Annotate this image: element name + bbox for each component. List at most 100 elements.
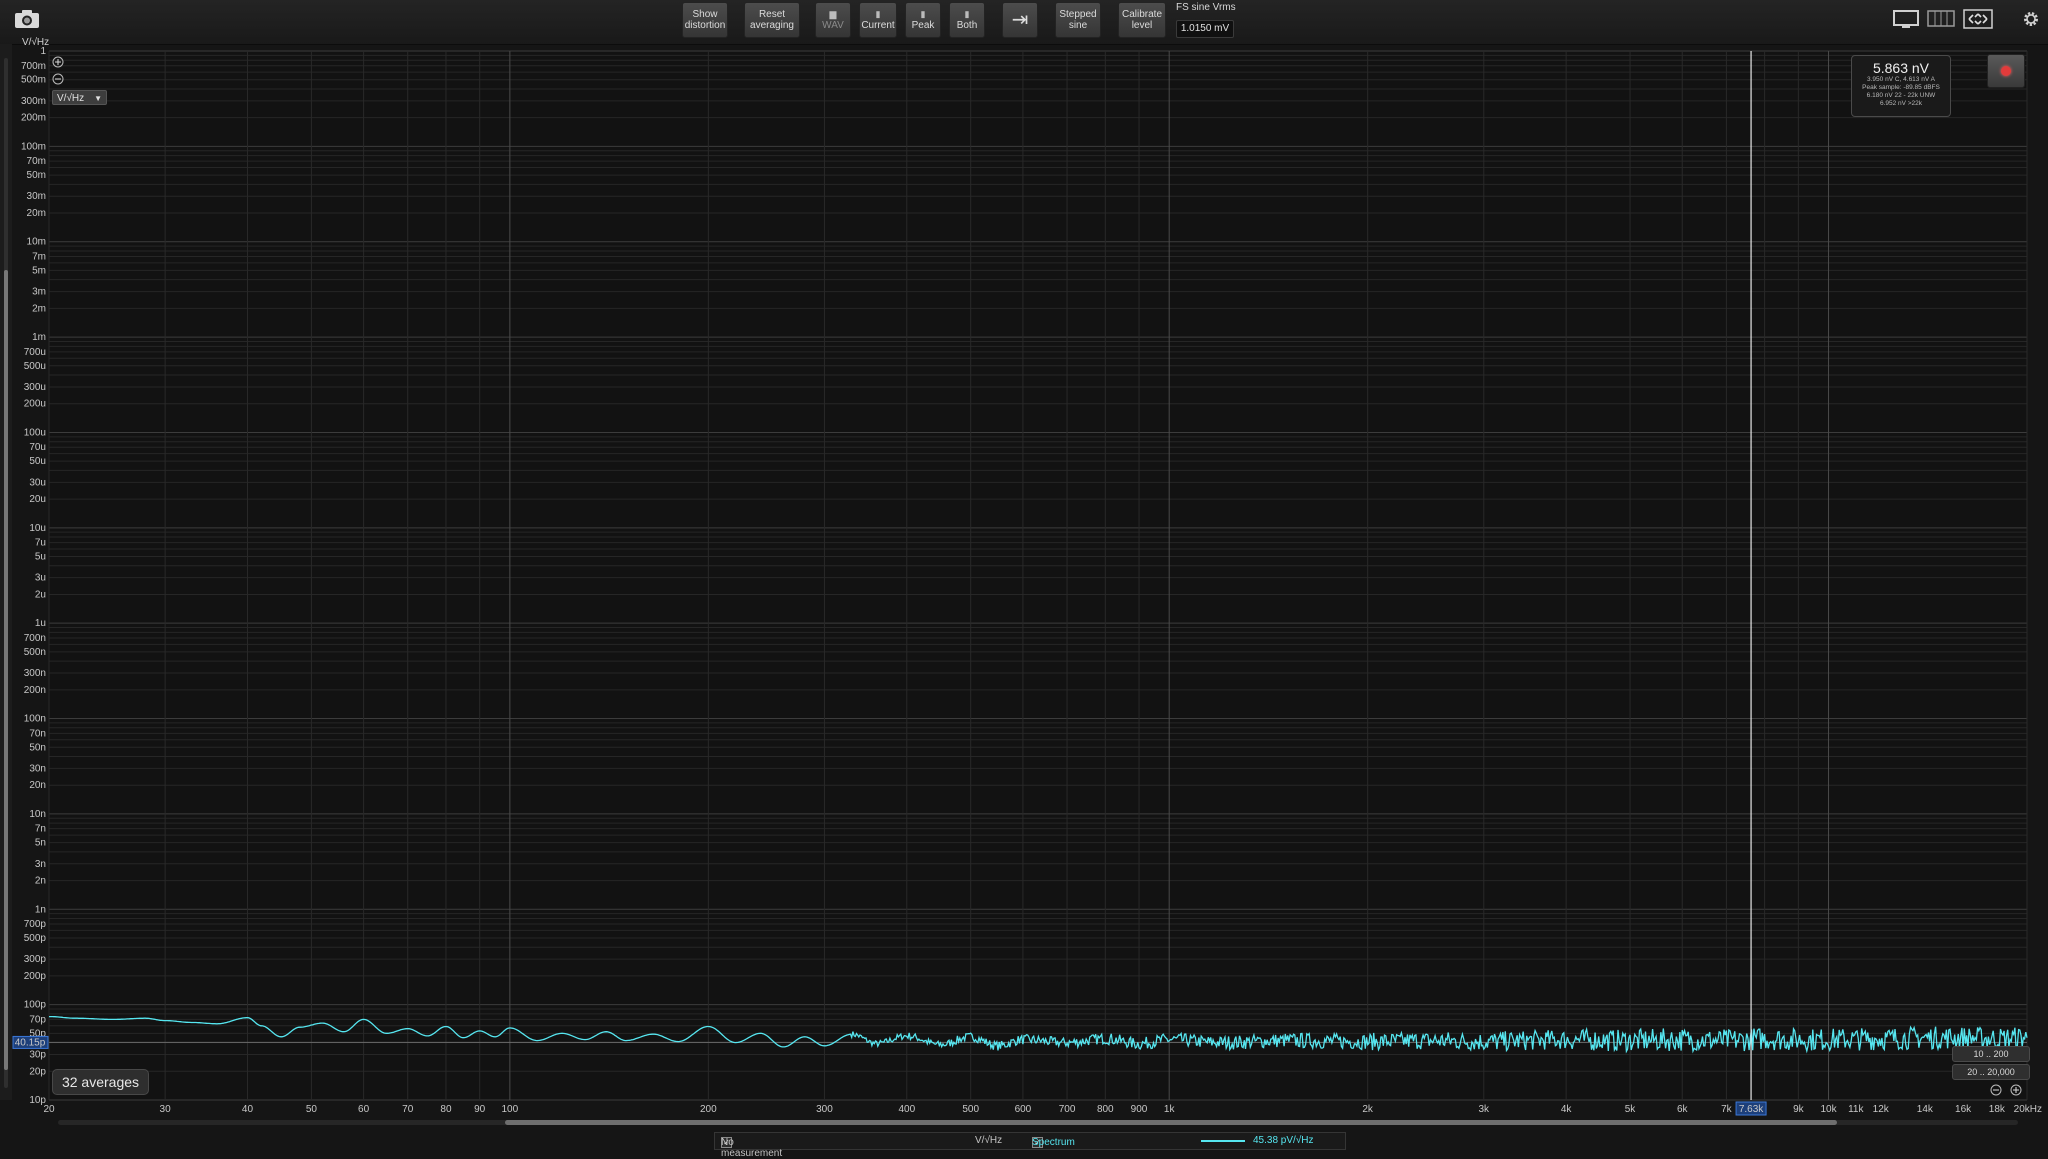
x-tick-label: 20kHz bbox=[2014, 1104, 2042, 1115]
status-bar: ✓ No measurement V/√Hz ✓ Spectrum 45.38 pV… bbox=[714, 1132, 1346, 1159]
y-tick-label: 500n bbox=[24, 647, 46, 658]
y-tick-label: 200m bbox=[21, 113, 46, 124]
x-tick-label: 200 bbox=[700, 1104, 717, 1115]
y-axis-unit-label: V/√Hz bbox=[22, 37, 50, 48]
y-tick-label: 30n bbox=[29, 763, 46, 774]
y-tick-label: 7m bbox=[32, 251, 46, 262]
y-tick-label: 100p bbox=[24, 1000, 47, 1011]
x-tick-label: 600 bbox=[1015, 1104, 1032, 1115]
x-tick-label: 80 bbox=[440, 1104, 452, 1115]
y-tick-label: 10n bbox=[29, 809, 46, 820]
y-tick-label: 7n bbox=[35, 824, 46, 835]
x-tick-label: 900 bbox=[1131, 1104, 1148, 1115]
y-tick-label: 30m bbox=[27, 191, 46, 202]
y-tick-label: 1m bbox=[32, 332, 46, 343]
y-marker-label: 40.15p bbox=[15, 1037, 46, 1048]
x-tick-label: 100 bbox=[502, 1104, 519, 1115]
range-preset-1[interactable]: 10 .. 200 bbox=[1952, 1046, 2030, 1062]
readout-line: 6.952 nV >22k bbox=[1879, 100, 1923, 107]
y-tick-label: 20m bbox=[27, 208, 46, 219]
x-tick-label: 18k bbox=[1989, 1104, 2006, 1115]
y-tick-label: 2m bbox=[32, 303, 46, 314]
y-tick-label: 700n bbox=[24, 633, 46, 644]
y-tick-label: 500u bbox=[24, 361, 46, 372]
y-tick-label: 300m bbox=[21, 96, 46, 107]
y-tick-label: 70p bbox=[29, 1014, 46, 1025]
y-tick-label: 20n bbox=[29, 780, 46, 791]
readout-line: 6.180 nV 22 - 22k UNW bbox=[1866, 92, 1936, 99]
level-readout-panel: 5.863 nV 3.950 nV C, 4.613 nV A Peak sam… bbox=[1851, 55, 1951, 117]
y-tick-label: 3m bbox=[32, 287, 46, 298]
y-tick-label: 500m bbox=[21, 75, 46, 86]
x-tick-label: 60 bbox=[358, 1104, 370, 1115]
y-tick-label: 200n bbox=[24, 685, 46, 696]
horizontal-scrollbar[interactable] bbox=[52, 1118, 2024, 1128]
y-tick-label: 700m bbox=[21, 61, 46, 72]
y-tick-label: 300u bbox=[24, 382, 46, 393]
x-tick-label: 90 bbox=[474, 1104, 486, 1115]
y-tick-label: 200p bbox=[24, 971, 47, 982]
spectrum-value-label: 45.38 pV/√Hz bbox=[1253, 1135, 1314, 1146]
y-tick-label: 50n bbox=[29, 742, 46, 753]
y-tick-label: 50m bbox=[27, 170, 46, 181]
horizontal-scroll-thumb[interactable] bbox=[505, 1120, 1837, 1125]
readout-line: Peak sample: -89.85 dBFS bbox=[1862, 84, 1940, 91]
x-tick-label: 1k bbox=[1164, 1104, 1176, 1115]
x-tick-label: 300 bbox=[816, 1104, 833, 1115]
y-tick-label: 100u bbox=[24, 427, 46, 438]
x-tick-label: 9k bbox=[1793, 1104, 1805, 1115]
units-dropdown-value: V/√Hz bbox=[57, 93, 85, 104]
y-tick-label: 200u bbox=[24, 399, 46, 410]
x-tick-label: 11k bbox=[1848, 1104, 1864, 1115]
x-tick-label: 3k bbox=[1478, 1104, 1490, 1115]
x-tick-label: 10k bbox=[1820, 1104, 1837, 1115]
y-tick-label: 5n bbox=[35, 838, 46, 849]
plot-area bbox=[49, 51, 2027, 1100]
units-dropdown[interactable]: V/√Hz ▼ bbox=[52, 90, 107, 105]
y-tick-label: 30p bbox=[29, 1050, 46, 1061]
y-tick-label: 70u bbox=[29, 442, 46, 453]
y-tick-label: 3u bbox=[35, 573, 46, 584]
readout-line: 3.950 nV C, 4.613 nV A bbox=[1867, 76, 1935, 83]
y-tick-label: 5u bbox=[35, 552, 46, 563]
x-tick-label: 400 bbox=[898, 1104, 915, 1115]
x-tick-label: 14k bbox=[1917, 1104, 1934, 1115]
y-tick-label: 30u bbox=[29, 477, 46, 488]
y-tick-label: 2u bbox=[35, 589, 46, 600]
level-readout-value: 5.863 nV bbox=[1872, 60, 1930, 76]
x-tick-label: 12k bbox=[1873, 1104, 1890, 1115]
no-measurement-label: No measurement bbox=[721, 1137, 783, 1159]
y-tick-label: 7u bbox=[35, 538, 46, 549]
zoom-in-icon[interactable] bbox=[52, 56, 64, 68]
spectrum-chart[interactable]: 1700m500m300m200m100m70m50m30m20m10m7m5m… bbox=[0, 0, 2048, 1152]
y-tick-label: 20p bbox=[29, 1066, 46, 1077]
x-tick-label: 800 bbox=[1097, 1104, 1114, 1115]
y-tick-label: 1u bbox=[35, 618, 46, 629]
x-tick-label: 700 bbox=[1059, 1104, 1076, 1115]
y-tick-label: 2n bbox=[35, 876, 46, 887]
y-tick-label: 700p bbox=[24, 919, 47, 930]
y-tick-label: 10u bbox=[29, 523, 46, 534]
x-zoom-out-icon[interactable] bbox=[1990, 1084, 2002, 1096]
y-tick-label: 50u bbox=[29, 456, 46, 467]
x-zoom-in-icon[interactable] bbox=[2010, 1084, 2022, 1096]
y-tick-label: 700u bbox=[24, 347, 46, 358]
record-icon bbox=[2001, 66, 2011, 76]
averages-badge: 32 averages bbox=[52, 1069, 149, 1095]
x-tick-label: 5k bbox=[1625, 1104, 1637, 1115]
range-preset-2[interactable]: 20 .. 20,000 bbox=[1952, 1064, 2030, 1080]
record-button[interactable] bbox=[1987, 54, 2025, 88]
x-tick-label: 2k bbox=[1362, 1104, 1374, 1115]
x-tick-label: 30 bbox=[160, 1104, 172, 1115]
cursor-label: 7.63k bbox=[1739, 1104, 1764, 1115]
y-tick-label: 5m bbox=[32, 265, 46, 276]
x-tick-label: 500 bbox=[962, 1104, 979, 1115]
zoom-out-icon[interactable] bbox=[52, 73, 64, 85]
x-tick-label: 20 bbox=[43, 1104, 55, 1115]
y-tick-label: 70n bbox=[29, 728, 46, 739]
y-tick-label: 10m bbox=[27, 237, 46, 248]
y-tick-label: 3n bbox=[35, 859, 46, 870]
y-tick-label: 70m bbox=[27, 156, 46, 167]
y-tick-label: 300p bbox=[24, 954, 47, 965]
x-tick-label: 4k bbox=[1561, 1104, 1573, 1115]
